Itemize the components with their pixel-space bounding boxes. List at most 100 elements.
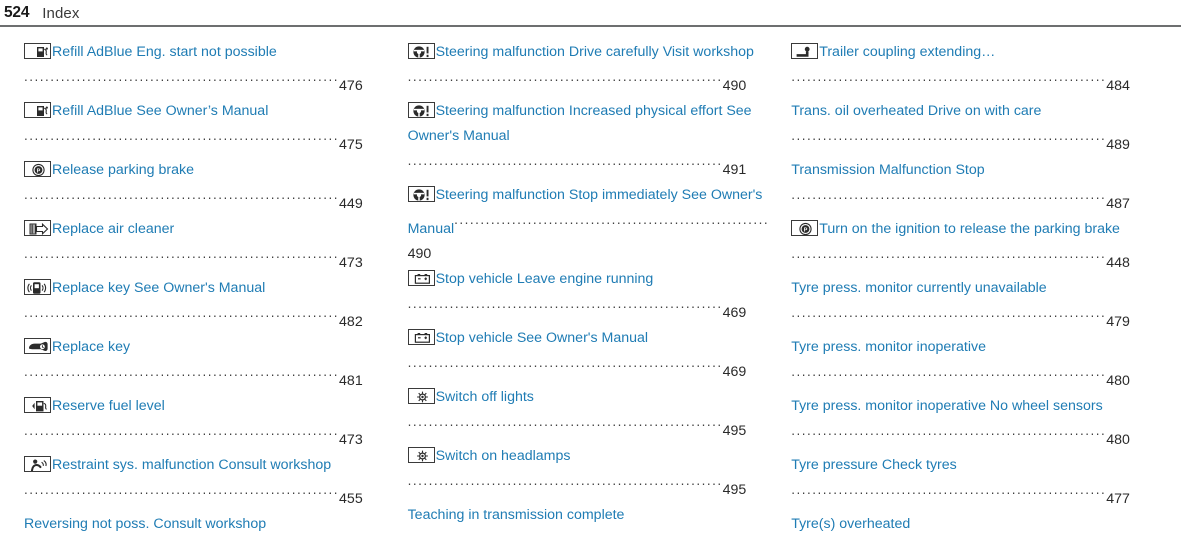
index-entry-label: Stop vehicle Leave engine running [435, 271, 654, 287]
index-page: 524 Index Refill AdBlue Eng. start not p… [0, 0, 1181, 542]
leader-dots: ........................................… [24, 128, 340, 143]
lamp-icon [407, 388, 435, 404]
index-entry-page-number: 479 [1106, 314, 1130, 330]
index-entry-content: Replace key See Owner's Manual .........… [24, 276, 380, 335]
index-entry[interactable]: Switch on headlamps ....................… [407, 444, 774, 503]
leader-dots: ........................................… [24, 536, 339, 542]
key-signal-icon [24, 279, 51, 295]
index-entry[interactable]: Trailer coupling extending… ............… [791, 40, 1167, 99]
leader-dots: ........................................… [407, 296, 723, 311]
index-entry[interactable]: Transmission Malfunction Stop ..........… [791, 158, 1167, 217]
adblue-refill-icon [24, 43, 51, 59]
index-entry[interactable]: Tyre press. monitor inoperative No wheel… [791, 394, 1167, 453]
index-entry-content: Stop vehicle Leave engine running ......… [407, 267, 774, 326]
index-entry[interactable]: Teaching in transmission complete ......… [408, 503, 774, 542]
index-entry-page-number: 490 [407, 246, 432, 262]
leader-dots: ........................................… [24, 305, 340, 320]
index-entry[interactable]: Stop vehicle See Owner's Manual ........… [407, 326, 774, 385]
index-entry-label: Steering malfunction Drive carefully Vis… [435, 44, 754, 60]
index-entry-content: P Turn on the ignition to release the par… [791, 217, 1167, 276]
index-entry-label: Tyre(s) overheated [791, 516, 911, 532]
index-entry-label: Tyre press. monitor inoperative [791, 339, 986, 355]
index-entry-label: Turn on the ignition to release the park… [819, 221, 1120, 237]
page-number: 524 [4, 4, 30, 21]
index-entry-label: Restraint sys. malfunction Consult works… [52, 457, 332, 473]
index-entry[interactable]: P Turn on the ignition to release the par… [791, 217, 1167, 276]
index-entry[interactable]: Replace air cleaner ....................… [24, 217, 380, 276]
parking-brake-icon: P [24, 161, 51, 177]
leader-dots: ........................................… [454, 212, 770, 227]
svg-text:P: P [37, 169, 41, 175]
steering-malfunction-icon [407, 102, 435, 118]
index-entry-label: Tyre pressure Check tyres [791, 457, 957, 473]
leader-dots: ........................................… [791, 305, 1107, 320]
index-entry-page-number: 477 [1106, 491, 1130, 507]
leader-dots: ........................................… [407, 69, 723, 84]
index-entry[interactable]: P Release parking brake .................… [24, 158, 380, 217]
index-entry-label: Refill AdBlue See Owner’s Manual [52, 103, 269, 119]
index-entry[interactable]: Tyre press. monitor inoperative ........… [791, 335, 1167, 394]
index-entry-page-number: 449 [339, 196, 363, 212]
leader-dots: ........................................… [407, 355, 723, 370]
index-entry[interactable]: Tyre(s) overheated .....................… [791, 512, 1167, 542]
index-entry-label: Tyre press. monitor currently unavailabl… [791, 280, 1047, 296]
index-entry-label: Refill AdBlue Eng. start not possible [52, 44, 277, 60]
index-entry-content: Steering malfunction Drive carefully Vis… [407, 40, 774, 99]
leader-dots: ........................................… [791, 69, 1107, 84]
index-entry-content: Replace air cleaner ....................… [24, 217, 380, 276]
battery-icon [407, 270, 435, 286]
index-entry[interactable]: Trans. oil overheated Drive on with care… [791, 99, 1167, 158]
index-entry[interactable]: Tyre press. monitor currently unavailabl… [791, 276, 1167, 335]
index-entry-page-number: 495 [722, 423, 747, 439]
air-cleaner-icon [24, 220, 51, 236]
leader-dots: ........................................… [791, 482, 1107, 497]
index-entry-label: Replace air cleaner [52, 221, 175, 237]
index-entry[interactable]: Stop vehicle Leave engine running ......… [407, 267, 774, 326]
index-entry-label: Transmission Malfunction Stop [791, 162, 985, 178]
index-entry-label: Tyre press. monitor inoperative No wheel… [791, 398, 1103, 414]
lamp-icon [407, 447, 435, 463]
page-title: Index [42, 4, 80, 22]
leader-dots: ........................................… [407, 532, 723, 542]
index-entry-label: Reserve fuel level [52, 398, 165, 414]
index-entry-label: Reversing not poss. Consult workshop [24, 516, 267, 532]
index-entry-label: Stop vehicle See Owner's Manual [435, 330, 649, 346]
index-entry[interactable]: Replace key See Owner's Manual .........… [24, 276, 380, 335]
index-entry-content: Reversing not poss. Consult workshop ...… [24, 512, 380, 542]
index-entry-label: Replace key [52, 339, 131, 355]
index-entry-content: Tyre(s) overheated .....................… [791, 512, 1167, 542]
leader-dots: ........................................… [407, 153, 723, 168]
index-entry-content: Switch off lights ......................… [407, 385, 774, 444]
index-entry-page-number: 482 [339, 314, 363, 330]
index-entry[interactable]: Reserve fuel level .....................… [24, 394, 380, 453]
header-divider [0, 25, 1181, 27]
index-entry[interactable]: Reversing not poss. Consult workshop ...… [24, 512, 380, 542]
leader-dots: ........................................… [791, 246, 1107, 261]
column-1: Refill AdBlue Eng. start not possible ..… [0, 40, 394, 542]
index-entry-content: Stop vehicle See Owner's Manual ........… [407, 326, 774, 385]
index-entry[interactable]: Refill AdBlue See Owner’s Manual .......… [24, 99, 380, 158]
index-entry[interactable]: Refill AdBlue Eng. start not possible ..… [24, 40, 380, 99]
index-entry-content: Switch on headlamps ....................… [407, 444, 774, 503]
index-entry[interactable]: Restraint sys. malfunction Consult works… [24, 453, 380, 512]
trailer-coupling-icon [791, 43, 819, 59]
index-entry[interactable]: Steering malfunction Drive carefully Vis… [407, 40, 774, 99]
parking-brake-icon: P [791, 220, 819, 236]
leader-dots: ........................................… [24, 69, 340, 84]
index-entry[interactable]: Steering malfunction Stop immediately Se… [407, 183, 774, 267]
index-entry-page-number: 473 [339, 255, 363, 271]
index-entry-page-number: 481 [339, 373, 363, 389]
index-entry[interactable]: Switch off lights ......................… [407, 385, 774, 444]
index-entry-content: Trailer coupling extending… ............… [791, 40, 1167, 99]
index-entry-label: Release parking brake [52, 162, 194, 178]
leader-dots: ........................................… [24, 423, 340, 438]
page-header: 524 Index [0, 0, 1181, 26]
index-entry-label: Replace key See Owner's Manual [52, 280, 266, 296]
leader-dots: ........................................… [791, 187, 1107, 202]
index-entry-page-number: 448 [1106, 255, 1130, 271]
battery-icon [407, 329, 435, 345]
index-entry[interactable]: Replace key ............................… [24, 335, 380, 394]
index-entry-label: Steering malfunction Increased physical … [407, 103, 752, 144]
index-entry[interactable]: Tyre pressure Check tyres ..............… [791, 453, 1167, 512]
index-entry[interactable]: Steering malfunction Increased physical … [407, 99, 774, 183]
